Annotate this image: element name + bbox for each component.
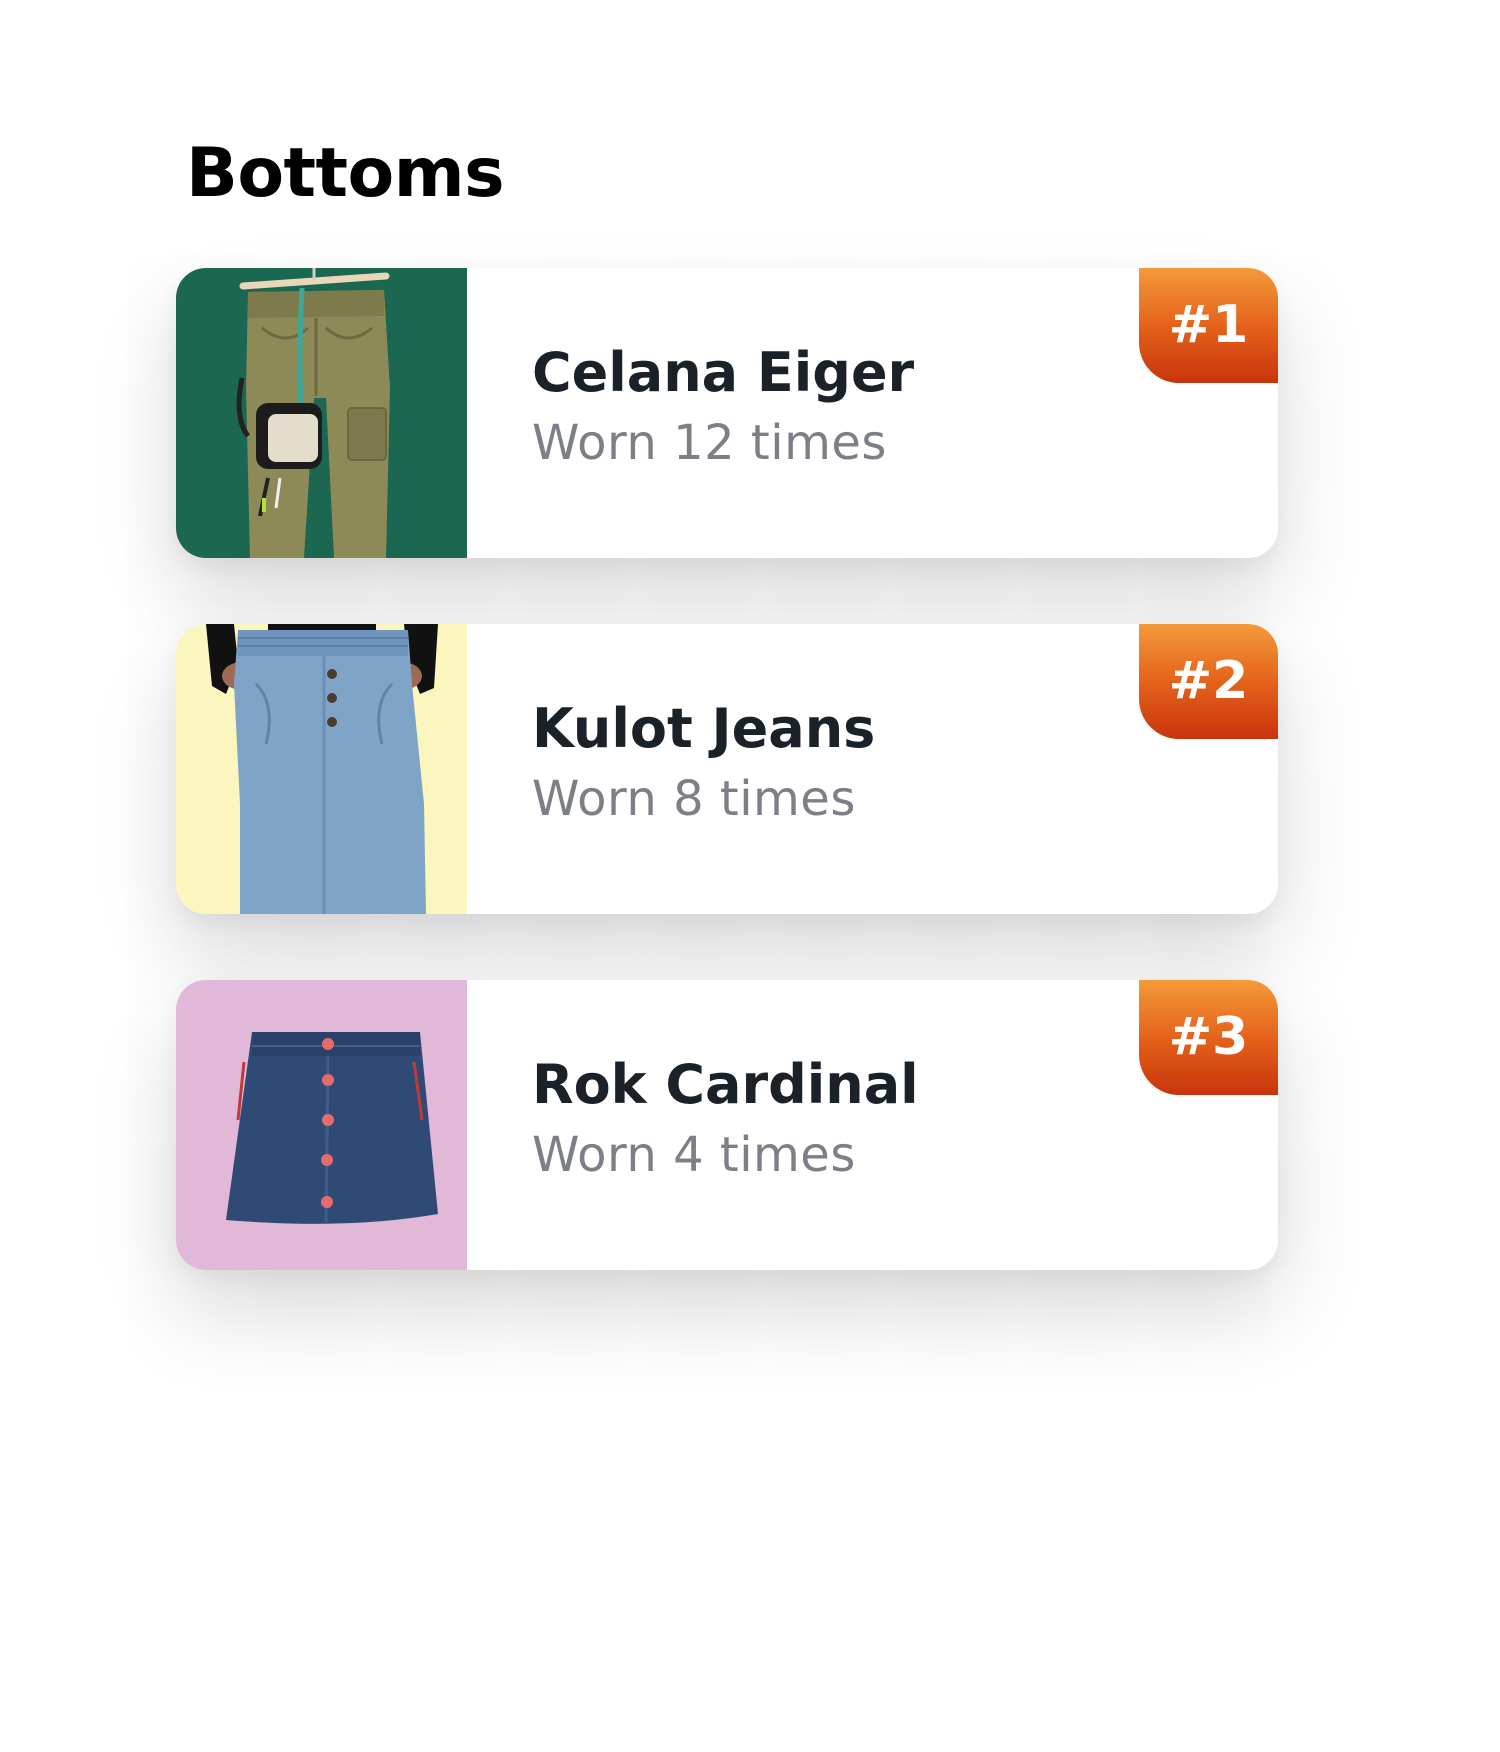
item-card-celana-eiger[interactable]: Celana Eiger Worn 12 times #1	[176, 268, 1278, 558]
item-thumbnail	[176, 980, 467, 1270]
rank-badge: #1	[1139, 268, 1278, 383]
item-name: Rok Cardinal	[532, 1053, 919, 1116]
section-title: Bottoms	[186, 134, 505, 213]
bottoms-section: Bottoms Celana Eiger Worn 12 times #1 Ku…	[0, 0, 1500, 1752]
item-thumbnail	[176, 268, 467, 558]
item-card-rok-cardinal[interactable]: Rok Cardinal Worn 4 times #3	[176, 980, 1278, 1270]
rank-badge: #2	[1139, 624, 1278, 739]
item-thumbnail	[176, 624, 467, 914]
item-info: Rok Cardinal Worn 4 times	[532, 1052, 1092, 1186]
worn-count: Worn 8 times	[532, 771, 856, 827]
worn-count: Worn 12 times	[532, 415, 887, 471]
item-name: Celana Eiger	[532, 341, 915, 404]
ranked-items-list: Celana Eiger Worn 12 times #1 Kulot Jean…	[176, 268, 1278, 1336]
wide-jeans-icon	[176, 624, 467, 914]
cargo-pants-icon	[176, 268, 467, 558]
item-info: Kulot Jeans Worn 8 times	[532, 696, 1092, 830]
item-card-kulot-jeans[interactable]: Kulot Jeans Worn 8 times #2	[176, 624, 1278, 914]
worn-count: Worn 4 times	[532, 1127, 856, 1183]
denim-skirt-icon	[176, 980, 467, 1270]
rank-badge: #3	[1139, 980, 1278, 1095]
item-name: Kulot Jeans	[532, 697, 876, 760]
item-info: Celana Eiger Worn 12 times	[532, 340, 1092, 474]
